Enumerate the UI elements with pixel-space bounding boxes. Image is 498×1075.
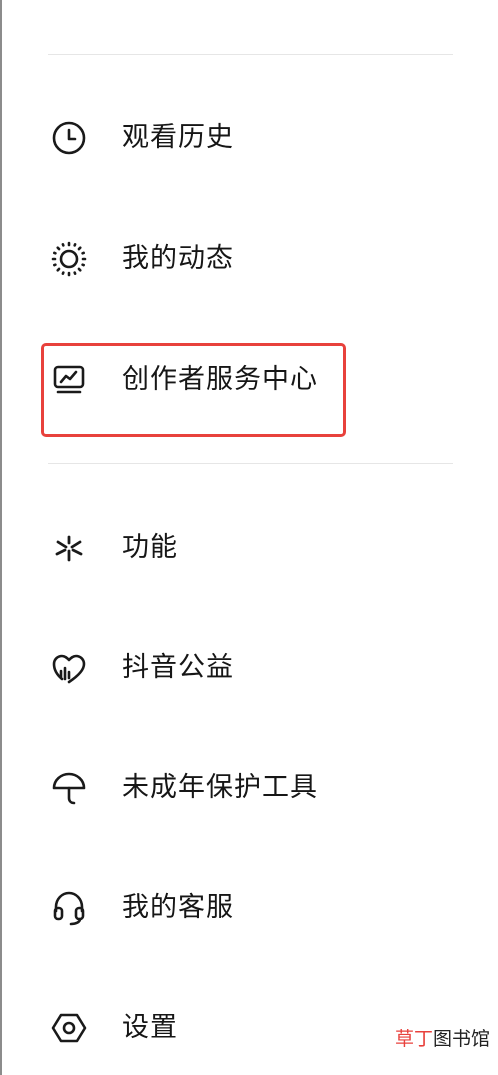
screen-left-edge [0,0,2,1075]
divider-middle [48,463,453,464]
menu-item-label: 观看历史 [122,122,234,153]
menu-item-watch-history[interactable]: 观看历史 [40,98,460,178]
sun-icon [50,240,88,278]
watermark-part-2: 图书馆 [432,1028,490,1050]
watermark: 草丁图书馆 [395,1024,490,1051]
menu-item-label: 创作者服务中心 [122,364,318,395]
watermark-part-1: 草丁 [394,1028,433,1050]
menu-item-minor-protection[interactable]: 未成年保护工具 [40,748,460,828]
divider-top [48,54,453,55]
menu-item-my-activity[interactable]: 我的动态 [40,219,460,299]
menu-item-creator-center[interactable]: 创作者服务中心 [40,340,460,420]
menu-item-features[interactable]: 功能 [40,508,460,588]
menu-item-customer-service[interactable]: 我的客服 [40,868,460,948]
menu-item-label: 功能 [122,532,178,563]
hexagon-gear-icon [50,1009,88,1047]
clock-icon [50,119,88,157]
menu-item-label: 我的动态 [122,243,234,274]
menu-item-label: 未成年保护工具 [122,772,318,803]
menu-item-label: 我的客服 [122,892,234,923]
menu-item-label: 设置 [122,1012,178,1043]
sparkle-icon [50,529,88,567]
chart-monitor-icon [50,361,88,399]
menu-item-charity[interactable]: 抖音公益 [40,628,460,708]
headset-icon [50,889,88,927]
umbrella-icon [50,769,88,807]
menu-item-label: 抖音公益 [122,652,234,683]
heart-icon [50,649,88,687]
